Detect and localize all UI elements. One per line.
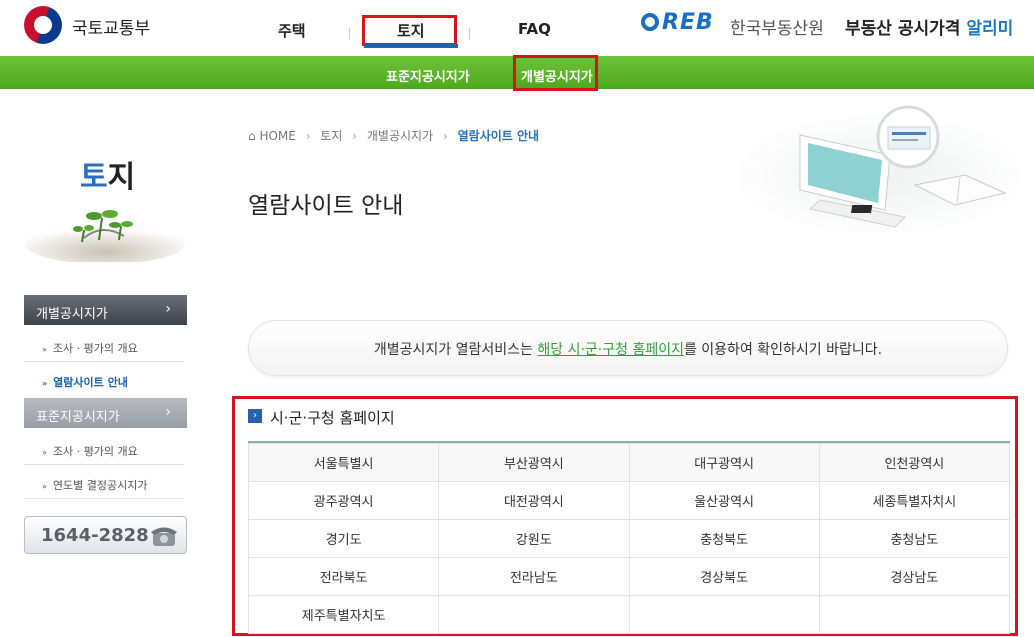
city-link[interactable]: 대전광역시 — [438, 481, 630, 520]
sidebar-item-yearly-prices[interactable]: » 연도별 결정공시지가 — [24, 467, 184, 499]
sidebar-item-label: 열람사이트 안내 — [53, 376, 128, 389]
nav-active-underline — [364, 44, 458, 48]
reb-logo-icon — [641, 13, 659, 31]
subnav-standard-land-price[interactable]: 표준지공시지가 — [386, 66, 470, 85]
sidebar-item-survey-overview[interactable]: » 조사 · 평가의 개요 — [24, 330, 184, 362]
section-title: 시·군·구청 홈페이지 — [270, 409, 395, 427]
chevron-right-icon: › — [165, 301, 171, 317]
city-link[interactable]: 전라북도 — [247, 557, 440, 596]
breadcrumb-land[interactable]: 토지 — [320, 129, 342, 143]
highlight-box-land — [362, 15, 457, 46]
sidebar-item-label: 조사 · 평가의 개요 — [52, 342, 138, 355]
city-link[interactable]: 충청남도 — [818, 519, 1011, 558]
breadcrumb-individual-land-price[interactable]: 개별공시지가 — [367, 129, 433, 143]
sidebar-menu-individual-land-price[interactable]: 개별공시지가 › — [24, 295, 187, 325]
sidebar-item-survey-overview-2[interactable]: » 조사 · 평가의 개요 — [24, 433, 184, 465]
sidebar-menu-standard-land-price[interactable]: 표준지공시지가 › — [24, 398, 187, 428]
sidebar-title: 토지 — [80, 152, 135, 196]
city-link[interactable]: 경상남도 — [818, 557, 1011, 596]
breadcrumb-separator: › — [352, 129, 358, 143]
sidebar-item-label: 조사 · 평가의 개요 — [52, 445, 138, 458]
nav-faq[interactable]: FAQ — [518, 20, 551, 38]
chevron-right-icon: › — [165, 404, 171, 420]
sidebar-menu-label: 개별공시지가 — [36, 307, 108, 322]
highlight-box-individual-land-price — [513, 55, 598, 91]
chevron-right-square-icon: › — [248, 409, 262, 423]
header: 국토교통부 주택 토지 FAQ REB 한국부동산원 부동산 공시가격 알리미 — [0, 0, 1034, 52]
phone-banner[interactable]: 1644-2828 — [24, 516, 187, 554]
sidebar-item-viewing-sites[interactable]: » 열람사이트 안내 — [24, 364, 184, 396]
breadcrumb-separator: › — [442, 129, 448, 143]
bullet-icon: » — [42, 448, 47, 457]
city-link[interactable]: 세종특별자치시 — [818, 481, 1011, 520]
nav-divider — [469, 28, 470, 40]
notice-banner: 개별공시지가 열람서비스는 해당 시·군·구청 홈페이지를 이용하여 확인하시기… — [248, 320, 1008, 376]
city-link[interactable]: 전라남도 — [438, 557, 630, 596]
page-title: 열람사이트 안내 — [248, 193, 404, 219]
city-homepage-table: 서울특별시 부산광역시 대구광역시 인천광역시 광주광역시 대전광역시 울산광역… — [247, 443, 1011, 634]
breadcrumb: ⌂ HOME › 토지 › 개별공시지가 › 열람사이트 안내 — [248, 127, 539, 144]
site-title-main: 부동산 공시가격 — [845, 19, 961, 39]
table-row: 광주광역시 대전광역시 울산광역시 세종특별자치시 — [247, 481, 1011, 520]
notice-highlight-link[interactable]: 해당 시·군·구청 홈페이지 — [537, 342, 684, 358]
nav-housing[interactable]: 주택 — [278, 20, 306, 41]
site-title[interactable]: 부동산 공시가격 알리미 — [845, 14, 1013, 39]
city-link[interactable]: 강원도 — [438, 519, 630, 558]
sidebar-menu-label: 표준지공시지가 — [36, 410, 120, 425]
empty-cell — [438, 595, 630, 634]
reb-logo-text: REB — [662, 10, 714, 35]
city-link[interactable]: 광주광역시 — [247, 481, 440, 520]
city-link[interactable]: 대구광역시 — [628, 443, 820, 482]
city-link[interactable]: 제주특별자치도 — [247, 595, 440, 634]
bullet-icon: » — [42, 482, 47, 491]
laptop-illustration — [735, 105, 1020, 235]
table-row: 제주특별자치도 — [247, 595, 1011, 634]
reb-name: 한국부동산원 — [730, 19, 824, 39]
notice-text-after: 를 이용하여 확인하시기 바랍니다. — [683, 342, 883, 358]
home-icon: ⌂ — [248, 129, 256, 143]
telephone-icon — [151, 527, 177, 546]
bullet-icon: » — [42, 379, 48, 388]
table-row: 서울특별시 부산광역시 대구광역시 인천광역시 — [247, 443, 1011, 482]
notice-text-before: 개별공시지가 열람서비스는 — [373, 342, 538, 358]
phone-number: 1644-2828 — [41, 525, 149, 546]
nav-divider — [349, 28, 350, 40]
city-link[interactable]: 경기도 — [247, 519, 440, 558]
city-link[interactable]: 부산광역시 — [438, 443, 630, 482]
bullet-icon: » — [42, 345, 47, 354]
city-link[interactable]: 울산광역시 — [628, 481, 820, 520]
site-title-accent: 알리미 — [966, 19, 1014, 39]
city-link[interactable]: 충청북도 — [628, 519, 820, 558]
table-row: 전라북도 전라남도 경상북도 경상남도 — [247, 557, 1011, 596]
sidebar-item-label: 연도별 결정공시지가 — [52, 479, 148, 492]
city-link[interactable]: 인천광역시 — [818, 443, 1011, 482]
city-link[interactable]: 경상북도 — [628, 557, 820, 596]
sprout-illustration — [25, 210, 185, 262]
sidebar-title-rest: 지 — [107, 160, 136, 195]
gov-name[interactable]: 국토교통부 — [72, 14, 150, 39]
empty-cell — [818, 595, 1011, 634]
reb-logo[interactable]: REB — [641, 10, 714, 35]
breadcrumb-current: 열람사이트 안내 — [457, 129, 540, 143]
breadcrumb-separator: › — [305, 129, 311, 143]
breadcrumb-home[interactable]: HOME — [259, 129, 295, 143]
city-link[interactable]: 서울특별시 — [247, 443, 440, 482]
government-emblem-icon[interactable] — [24, 6, 62, 44]
table-row: 경기도 강원도 충청북도 충청남도 — [247, 519, 1011, 558]
empty-cell — [628, 595, 820, 634]
sidebar-title-accent: 토 — [80, 160, 108, 195]
